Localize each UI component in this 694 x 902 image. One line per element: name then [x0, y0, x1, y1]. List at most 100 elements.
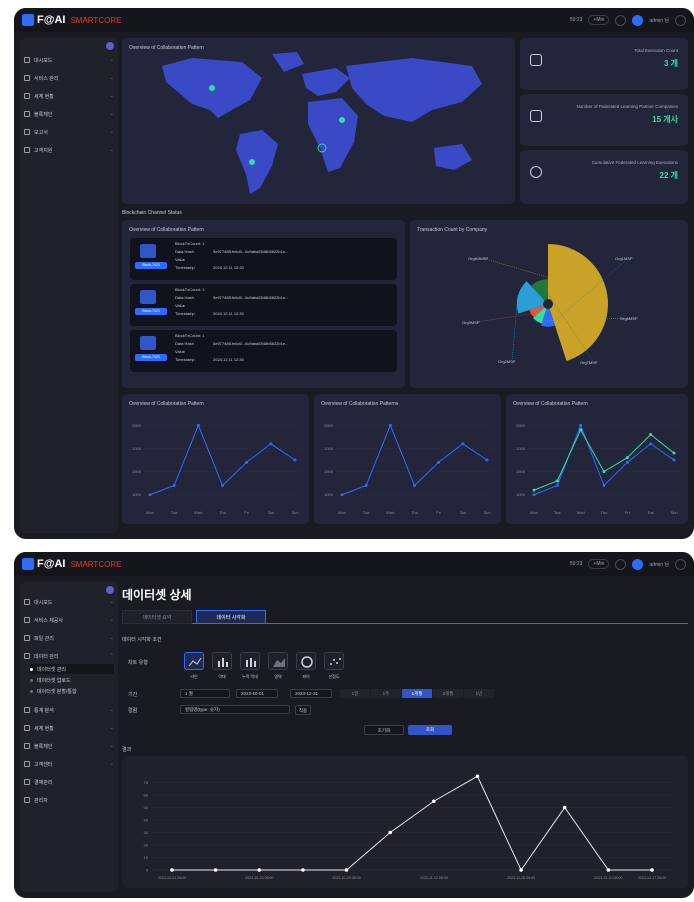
kpi-label: Cumulative Federated Learning Executions — [591, 160, 678, 165]
sidebar-subitem-dataset[interactable]: 데이터셋 관리 — [30, 664, 114, 674]
period-1m-button[interactable]: 1개월 — [402, 689, 432, 698]
user-name[interactable]: admin 님 — [649, 17, 669, 24]
sidebar-item-support[interactable]: 고객센터 ⌄ — [24, 758, 114, 770]
data-point — [364, 483, 368, 487]
sidebar-item-world[interactable]: 세계 현황 ⌄ — [24, 722, 114, 734]
headset-icon — [24, 147, 30, 153]
apply-button[interactable]: 적용 — [295, 705, 311, 715]
line-chart-icon — [188, 657, 202, 667]
period-1y-button[interactable]: 1년 — [464, 689, 494, 698]
sidebar-item-dashboard[interactable]: 대시보드 ⌄ — [24, 596, 114, 608]
dataset-detail-screen: F@AI SMARTCORE 59:23 +Min admin 님 대시보드 ⌄ … — [14, 552, 694, 898]
search-button[interactable]: 조회 — [408, 725, 452, 735]
timestamp-label: Timestamp — [175, 265, 195, 270]
sidebar-subitem-upload[interactable]: 데이터셋 업로드 — [30, 675, 114, 685]
pie-label: Org7MSP — [580, 360, 598, 365]
sidebar-item-label: 관리자 — [34, 797, 48, 804]
sidebar-item-report[interactable]: 보고서 ⌄ — [24, 126, 114, 138]
sidebar-item-label: 결재관리 — [34, 779, 53, 786]
sidebar-item-data[interactable]: 데이터 관리 ⌃ — [24, 650, 114, 662]
date-from-input[interactable]: 2023-10-01 — [236, 689, 278, 698]
chart-type-pie[interactable] — [296, 652, 316, 670]
extend-session-button[interactable]: +Min — [588, 15, 610, 25]
sidebar-item-support[interactable]: 고객지원 ⌄ — [24, 144, 114, 156]
x-tick-label: Sun — [291, 510, 298, 515]
sidebar-collapse-icon[interactable] — [106, 586, 114, 594]
extend-session-button[interactable]: +Min — [588, 559, 610, 569]
period-select[interactable]: 1 월 — [180, 689, 230, 698]
map-marker[interactable] — [249, 159, 255, 165]
logo[interactable]: F@AI SMARTCORE — [22, 14, 121, 26]
avatar[interactable] — [632, 558, 644, 570]
series-line — [172, 775, 652, 871]
logout-icon[interactable] — [675, 14, 686, 26]
data-point — [148, 493, 152, 497]
sidebar-item-blockchain[interactable]: 블록체인 ⌄ — [24, 108, 114, 120]
sidebar-item-stats[interactable]: 통계 분석 ⌄ — [24, 704, 114, 716]
series-line — [533, 428, 675, 491]
sidebar-item-file[interactable]: 파일 관리 ⌄ — [24, 632, 114, 644]
y-tick-label: 10 — [144, 855, 149, 860]
sidebar-item-provider[interactable]: 서비스 제공사 ⌄ — [24, 614, 114, 626]
top-bar: F@AI SMARTCORE 59:23 +Min admin 님 — [14, 552, 694, 576]
period-1w-button[interactable]: 1주 — [371, 689, 401, 698]
transactions-title: Overview of Collaboration Pattern — [129, 227, 204, 233]
sidebar-item-blockchain[interactable]: 블록체인 ⌄ — [24, 740, 114, 752]
line-chart: 1000 1500 2000 2500 Mon Tue Wed Thu Fri Sat Sun — [324, 423, 493, 515]
settings-icon[interactable] — [615, 558, 627, 570]
chart-type-line[interactable] — [184, 652, 204, 670]
transaction-card[interactable]: Block-7423 BlockTxCount: 1 Data Hash 5e9… — [130, 238, 397, 280]
sidebar-item-dashboard[interactable]: 대시보드 ⌄ — [24, 54, 114, 66]
greenland — [272, 52, 304, 72]
hash-label: Data Hash — [175, 249, 194, 254]
column-select[interactable]: 컬럼명(type: 숫자) — [180, 705, 290, 714]
sidebar-item-service[interactable]: 서비스 관리 ⌄ — [24, 72, 114, 84]
bullet-icon — [30, 689, 33, 693]
user-name[interactable]: admin 님 — [649, 561, 669, 568]
chevron-down-icon: ⌄ — [109, 75, 114, 81]
block-count: BlockTxCount: 1 — [175, 333, 205, 338]
session-timer: 59:23 — [569, 561, 583, 567]
report-icon — [24, 129, 30, 135]
period-1d-button[interactable]: 1일 — [340, 689, 370, 698]
map-marker[interactable] — [339, 117, 345, 123]
chart-type-scatter[interactable] — [324, 652, 344, 670]
chart-type-stacked-bar[interactable] — [240, 652, 260, 670]
brand-suffix: SMARTCORE — [70, 15, 122, 25]
tab-visualization[interactable]: 데이터 시각화 — [196, 610, 266, 624]
y-tick-label: 70 — [144, 780, 149, 785]
kpi-value: 3 개 — [663, 59, 678, 68]
logout-icon[interactable] — [675, 558, 686, 570]
asia — [346, 58, 482, 122]
x-tick-label: Fri — [244, 510, 249, 515]
transaction-card[interactable]: Block-7423 BlockTxCount: 1 Data Hash 5e9… — [130, 330, 397, 372]
period-3m-button[interactable]: 3개월 — [433, 689, 463, 698]
chart-type-bar[interactable] — [212, 652, 232, 670]
logo-text: F@AI — [37, 558, 66, 570]
sidebar-item-admin[interactable]: 관리자 — [24, 794, 114, 806]
timestamp-label: Timestamp — [175, 357, 195, 362]
settings-icon[interactable] — [615, 14, 627, 26]
chevron-down-icon: ⌄ — [109, 57, 114, 63]
date-to-input[interactable]: 2023-12-31 — [290, 689, 332, 698]
chevron-down-icon: ⌄ — [109, 707, 114, 713]
sidebar-subitem-split[interactable]: 데이터셋 분할/통합 — [30, 686, 114, 696]
y-tick-label: 50 — [144, 805, 149, 810]
x-tick-label: Thu — [411, 510, 418, 515]
reset-button[interactable]: 초기화 — [364, 725, 404, 735]
map-marker[interactable] — [209, 85, 215, 91]
transactions-panel: Overview of Collaboration Pattern Block-… — [122, 220, 405, 388]
data-point — [555, 483, 559, 487]
sidebar-collapse-icon[interactable] — [106, 42, 114, 50]
data-point — [579, 428, 583, 432]
chart-type-area[interactable] — [268, 652, 288, 670]
sidebar-item-approval[interactable]: 결재관리 — [24, 776, 114, 788]
sidebar-item-world[interactable]: 세계 현황 ⌄ — [24, 90, 114, 102]
chevron-down-icon: ⌄ — [109, 111, 114, 117]
transaction-card[interactable]: Block-7423 BlockTxCount: 1 Data Hash 5e9… — [130, 284, 397, 326]
tab-summary[interactable]: 데이터셋 요약 — [122, 610, 192, 624]
avatar[interactable] — [632, 14, 644, 26]
hash-label: Data Hash — [175, 295, 194, 300]
y-tick-label: 1500 — [516, 469, 526, 474]
logo[interactable]: F@AI SMARTCORE — [22, 558, 121, 570]
